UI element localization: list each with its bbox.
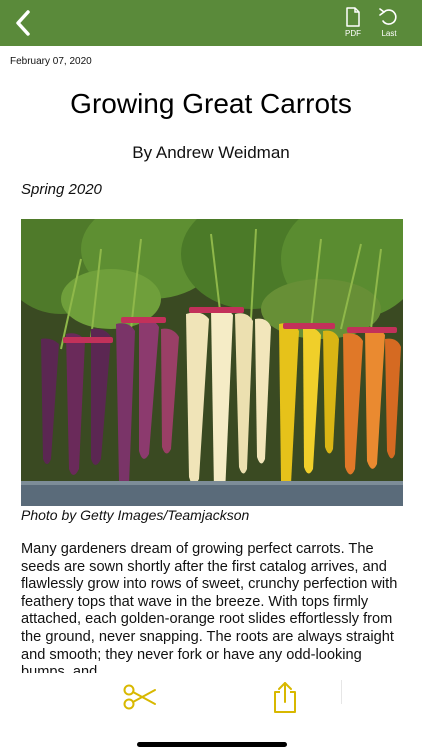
article-issue: Spring 2020 (21, 181, 102, 198)
article-body: Many gardeners dream of growing perfect … (21, 541, 398, 673)
article-byline: By Andrew Weidman (132, 143, 290, 162)
toolbar-divider (341, 680, 342, 704)
article-date: February 07, 2020 (10, 56, 92, 67)
last-button[interactable]: Last (372, 6, 406, 42)
carrots-photo (21, 219, 403, 506)
share-icon (274, 682, 296, 713)
pdf-button[interactable]: PDF (336, 6, 370, 42)
undo-arrow-icon (378, 6, 400, 28)
clip-button[interactable] (122, 682, 158, 712)
photo-caption: Photo by Getty Images/Teamjackson (21, 507, 250, 523)
back-button[interactable] (8, 6, 38, 40)
top-toolbar: PDF Last (0, 0, 422, 46)
chevron-left-icon (16, 10, 30, 36)
article-title: Growing Great Carrots (70, 88, 352, 119)
pdf-label: PDF (345, 29, 361, 38)
last-label: Last (381, 29, 397, 38)
scissors-icon (123, 684, 156, 710)
bottom-toolbar (0, 676, 422, 750)
share-button[interactable] (270, 680, 300, 714)
home-indicator (137, 742, 287, 747)
document-icon (345, 6, 361, 28)
